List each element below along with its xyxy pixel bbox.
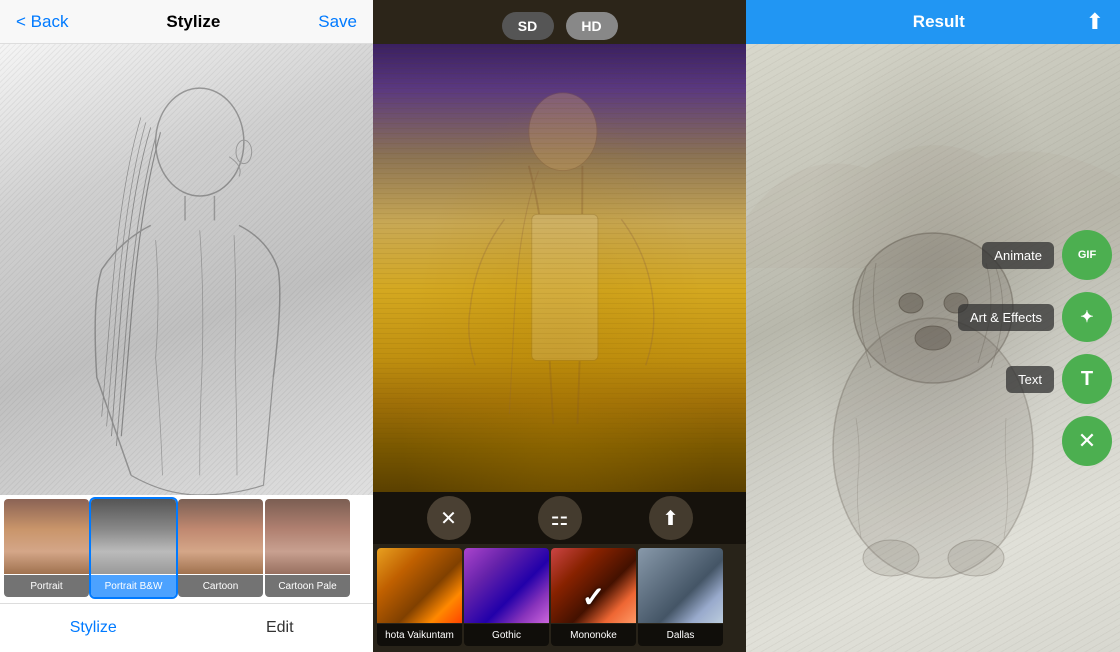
girl-sketch-svg — [0, 44, 373, 495]
text-button[interactable]: T — [1062, 354, 1112, 404]
share-icon: ⬆ — [662, 506, 679, 531]
thumbnail-portrait-bw[interactable]: Portrait B&W — [91, 499, 176, 597]
hd-button[interactable]: HD — [566, 12, 618, 40]
thumbnail-portrait-image — [4, 499, 89, 574]
tab-edit[interactable]: Edit — [187, 604, 374, 652]
art-effects-action-row: Art & Effects ✦ — [958, 292, 1112, 342]
sd-button[interactable]: SD — [502, 12, 554, 40]
panel3-title: Result — [792, 12, 1086, 32]
thumbnail-portrait-label: Portrait — [4, 575, 89, 597]
filter-mononoke-checkmark: ✓ — [582, 581, 605, 614]
sketch-background — [0, 44, 373, 495]
save-button[interactable]: Save — [318, 12, 357, 32]
field-girl-svg — [373, 44, 746, 492]
filter-bhota-image — [377, 548, 462, 623]
panel3-header: Result ⬆ — [746, 0, 1120, 44]
filter-mononoke[interactable]: ✓ Mononoke — [551, 548, 636, 646]
thumbnail-cartoon[interactable]: Cartoon — [178, 499, 263, 597]
settings-icon: ⚏ — [551, 506, 569, 531]
close-icon: ✕ — [440, 506, 457, 531]
filter-dallas-label: Dallas — [638, 624, 723, 646]
panel1-title: Stylize — [166, 12, 220, 32]
animate-label: Animate — [982, 242, 1054, 269]
thumbnail-cartoon-image — [178, 499, 263, 574]
thumbnail-cartoon-label: Cartoon — [178, 575, 263, 597]
panel2-toolbar: ✕ ⚏ ⬆ — [373, 492, 746, 544]
panel2-filter-strip: hota Vaikuntam Gothic ✓ Mononoke Dallas — [373, 544, 746, 652]
filter-dallas-image — [638, 548, 723, 623]
thumbnail-portrait-bw-label: Portrait B&W — [91, 575, 176, 597]
panel1-bottom-tabs: Stylize Edit — [0, 603, 373, 652]
art-effects-button[interactable]: ✦ — [1062, 292, 1112, 342]
panel-edit: SD HD ✕ ⚏ ⬆ — [373, 0, 746, 652]
animate-button[interactable]: GIF — [1062, 230, 1112, 280]
close-action-row: ✕ — [1062, 416, 1112, 466]
gif-icon: GIF — [1078, 249, 1096, 261]
thumbnail-cartoon-pale-image — [265, 499, 350, 574]
text-action-row: Text T — [1006, 354, 1112, 404]
filter-bhota-label: hota Vaikuntam — [377, 624, 462, 646]
text-label: Text — [1006, 366, 1054, 393]
filter-gothic[interactable]: Gothic — [464, 548, 549, 646]
thumbnail-portrait[interactable]: Portrait — [4, 499, 89, 597]
animate-action-row: Animate GIF — [982, 230, 1112, 280]
filter-settings-button[interactable]: ⚏ — [538, 496, 582, 540]
result-close-button[interactable]: ✕ — [1062, 416, 1112, 466]
filter-share-button[interactable]: ⬆ — [649, 496, 693, 540]
filter-gothic-label: Gothic — [464, 624, 549, 646]
back-button[interactable]: < Back — [16, 12, 68, 32]
result-share-button[interactable]: ⬆ — [1086, 9, 1104, 35]
thumbnail-cartoon-pale[interactable]: Cartoon Pale — [265, 499, 350, 597]
panel-stylize: < Back Stylize Save — [0, 0, 373, 652]
tab-stylize[interactable]: Stylize — [0, 604, 187, 652]
panel3-image-container: Animate GIF Art & Effects ✦ Text T ✕ — [746, 44, 1120, 652]
side-actions: Animate GIF Art & Effects ✦ Text T ✕ — [958, 230, 1112, 466]
text-icon: T — [1081, 368, 1093, 391]
field-background — [373, 44, 746, 492]
panel-result: Result ⬆ — [746, 0, 1120, 652]
close-circle-icon: ✕ — [1078, 428, 1096, 454]
filter-mononoke-label: Mononoke — [551, 624, 636, 646]
filter-bhota-vaikuntam[interactable]: hota Vaikuntam — [377, 548, 462, 646]
panel1-thumbnails: Portrait Portrait B&W Cartoon Cartoon Pa… — [0, 495, 373, 603]
filter-close-button[interactable]: ✕ — [427, 496, 471, 540]
thumbnail-cartoon-pale-label: Cartoon Pale — [265, 575, 350, 597]
thumbnail-portrait-bw-image — [91, 499, 176, 574]
art-effects-label: Art & Effects — [958, 304, 1054, 331]
filter-gothic-image — [464, 548, 549, 623]
panel1-header: < Back Stylize Save — [0, 0, 373, 44]
sparkle-icon: ✦ — [1080, 307, 1093, 327]
panel1-sketch-image — [0, 44, 373, 495]
panel2-top-bar: SD HD — [373, 0, 746, 44]
panel2-field-image — [373, 44, 746, 492]
filter-dallas[interactable]: Dallas — [638, 548, 723, 646]
